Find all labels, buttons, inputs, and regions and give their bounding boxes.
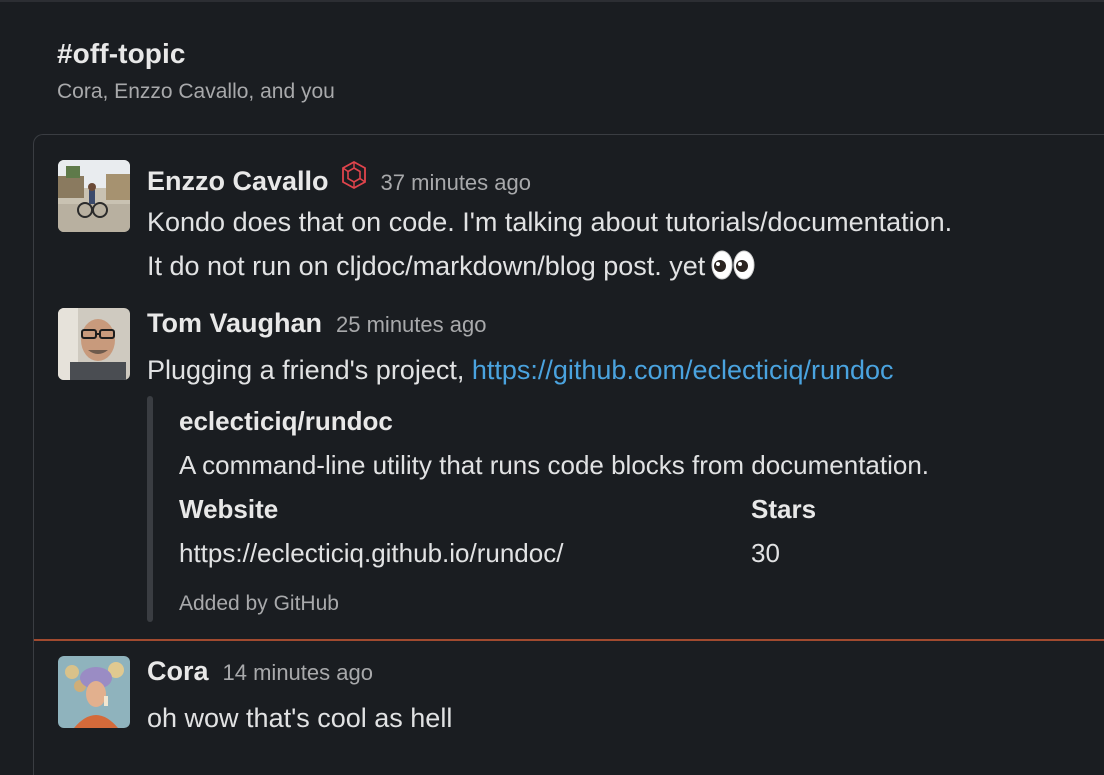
message-timestamp[interactable]: 37 minutes ago [381, 170, 531, 196]
github-link[interactable]: https://github.com/eclecticiq/rundoc [472, 355, 894, 385]
top-border [0, 0, 1104, 2]
cyclist-photo-avatar [58, 160, 130, 232]
unfurl-footer: Added by GitHub [179, 592, 339, 615]
channel-header: #off-topic Cora, Enzzo Cavallo, and you [57, 38, 335, 104]
unfurl-accent-bar [147, 396, 153, 622]
unfurl-website-link[interactable]: https://eclecticiq.github.io/rundoc/ [179, 538, 563, 569]
eyes-emoji-icon [711, 249, 755, 294]
avatar-cora[interactable] [58, 656, 130, 728]
message-author[interactable]: Enzzo Cavallo [147, 166, 329, 197]
channel-members[interactable]: Cora, Enzzo Cavallo, and you [57, 80, 335, 104]
man-with-glasses-avatar [58, 308, 130, 380]
message-text-line: It do not run on cljdoc/markdown/blog po… [147, 251, 706, 281]
illustrated-woman-avatar [58, 656, 130, 728]
message-timestamp[interactable]: 14 minutes ago [223, 660, 373, 686]
message-text: Plugging a friend's project, [147, 355, 472, 385]
message-timestamp[interactable]: 25 minutes ago [336, 312, 486, 338]
message-author[interactable]: Cora [147, 656, 209, 687]
message-author[interactable]: Tom Vaughan [147, 308, 322, 339]
avatar-tom[interactable] [58, 308, 130, 380]
unfurl-field-label-stars: Stars [751, 494, 817, 524]
message-text: oh wow that's cool as hell [147, 703, 453, 733]
unfurl-stars-value: 30 [751, 538, 780, 568]
unfurl-field-label-website: Website [179, 494, 279, 524]
unfurl-title[interactable]: eclecticiq/rundoc [179, 406, 393, 437]
hexagon-cube-badge-icon [341, 160, 367, 190]
new-messages-divider [34, 639, 1104, 641]
message-thread: Enzzo Cavallo 37 minutes ago Kondo does … [33, 134, 1104, 775]
link-unfurl-card[interactable]: eclecticiq/rundoc A command-line utility… [147, 396, 1067, 622]
message-text-line: Kondo does that on code. I'm talking abo… [147, 207, 953, 237]
channel-title[interactable]: #off-topic [57, 38, 335, 70]
avatar-enzzo[interactable] [58, 160, 130, 232]
unfurl-description: A command-line utility that runs code bl… [179, 450, 930, 480]
